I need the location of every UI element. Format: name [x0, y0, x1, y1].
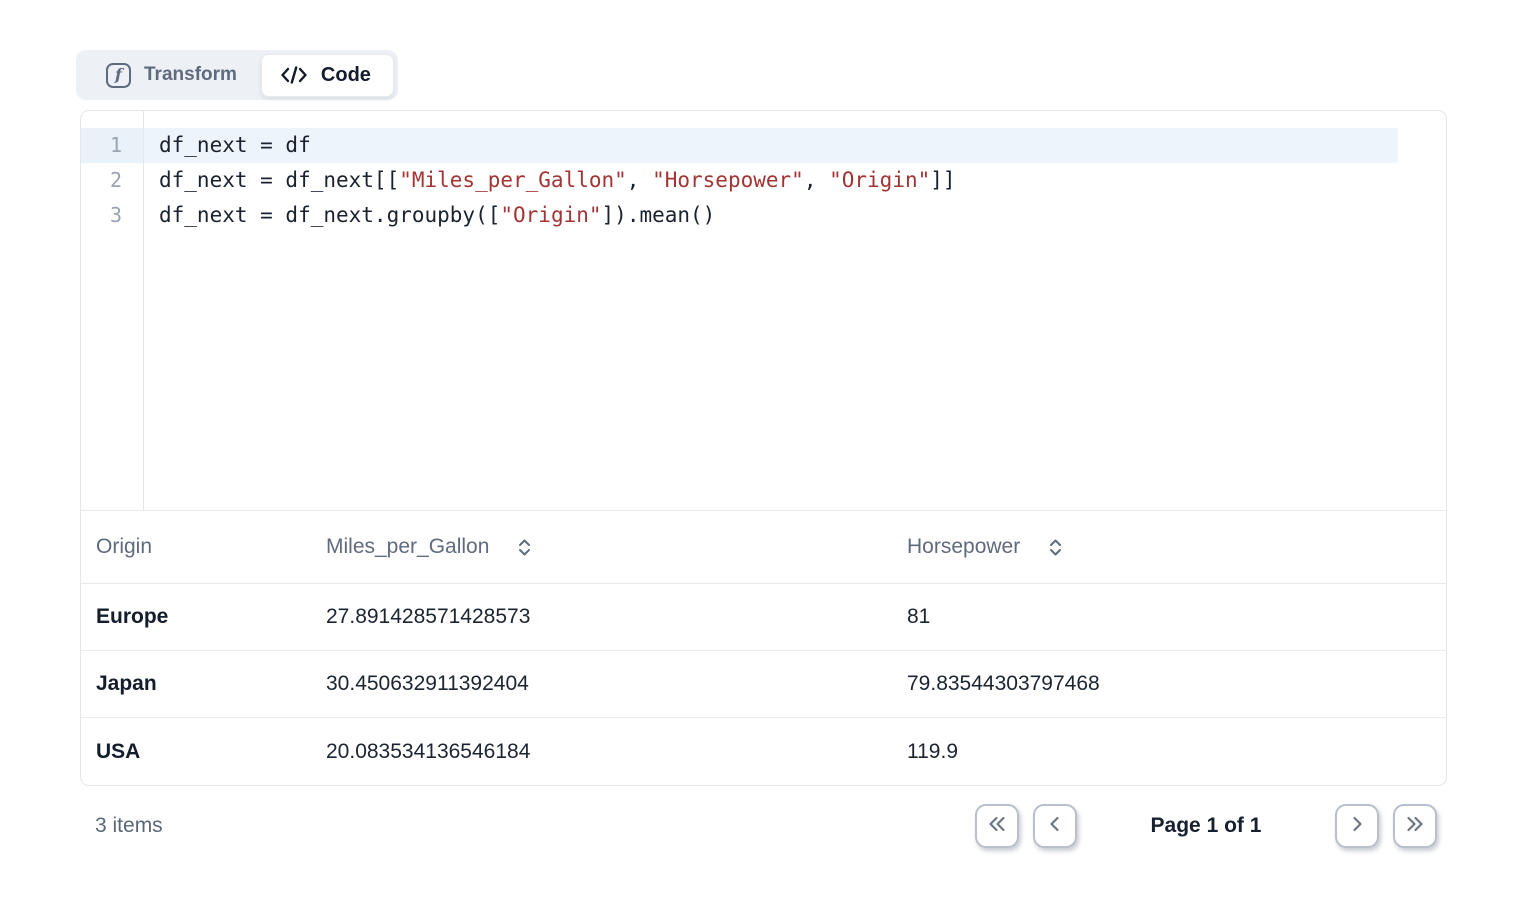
editor-content: df_next = df df_next = df_next[["Miles_p…	[144, 111, 1446, 510]
table-row: USA 20.083534136546184 119.9	[81, 718, 1446, 785]
pagination: Page 1 of 1	[975, 804, 1437, 848]
code-token-string: "Origin"	[829, 168, 930, 192]
table-footer: 3 items Page 1 of 1	[80, 800, 1447, 852]
cell-horsepower: 81	[907, 605, 1446, 629]
cell-horsepower: 119.9	[907, 740, 1446, 764]
code-token: df_next = df	[159, 133, 311, 157]
chevrons-right-icon	[1404, 815, 1426, 838]
column-header-miles-per-gallon[interactable]: Miles_per_Gallon	[326, 535, 907, 559]
column-header-origin: Origin	[96, 535, 326, 559]
line-number: 3	[81, 198, 143, 233]
cell-origin: Europe	[96, 605, 326, 629]
cell-miles-per-gallon: 27.891428571428573	[326, 605, 907, 629]
line-number: 1	[81, 128, 143, 163]
view-tabs: f Transform Code	[76, 50, 398, 100]
line-number: 2	[81, 163, 143, 198]
table-row: Japan 30.450632911392404 79.835443037974…	[81, 651, 1446, 718]
next-page-button[interactable]	[1335, 804, 1379, 848]
sort-updown-icon	[1047, 538, 1064, 557]
code-and-table-panel: 1 2 3 df_next = df df_next = df_next[["M…	[80, 110, 1447, 786]
code-token-string: "Origin"	[500, 203, 601, 227]
code-token: df_next = df_next.groupby([	[159, 203, 500, 227]
table-row: Europe 27.891428571428573 81	[81, 584, 1446, 651]
code-brackets-icon	[280, 65, 308, 85]
first-page-button[interactable]	[975, 804, 1019, 848]
page-indicator: Page 1 of 1	[1091, 814, 1321, 838]
cell-miles-per-gallon: 20.083534136546184	[326, 740, 907, 764]
column-label: Horsepower	[907, 535, 1020, 559]
chevrons-left-icon	[986, 815, 1008, 838]
code-line-3: df_next = df_next.groupby(["Origin"]).me…	[144, 198, 1446, 233]
column-label: Origin	[96, 535, 152, 559]
prev-page-button[interactable]	[1033, 804, 1077, 848]
sort-updown-icon	[516, 538, 533, 557]
code-token: ]).mean()	[602, 203, 716, 227]
column-header-horsepower[interactable]: Horsepower	[907, 535, 1446, 559]
items-count: 3 items	[95, 814, 163, 838]
code-token: ]]	[930, 168, 955, 192]
tab-transform-label: Transform	[144, 64, 237, 86]
data-wrangler-panel: f Transform Code 1 2 3 df_next = df	[0, 0, 1516, 918]
function-icon: f	[106, 63, 131, 88]
cell-origin: Japan	[96, 672, 326, 696]
code-token-string: "Horsepower"	[652, 168, 804, 192]
last-page-button[interactable]	[1393, 804, 1437, 848]
chevron-left-icon	[1046, 815, 1064, 838]
cell-origin: USA	[96, 740, 326, 764]
table-header: Origin Miles_per_Gallon Horsepower	[81, 511, 1446, 584]
code-token: ,	[804, 168, 829, 192]
editor-gutter: 1 2 3	[81, 111, 144, 510]
code-token-string: "Miles_per_Gallon"	[399, 168, 627, 192]
code-line-1: df_next = df	[144, 128, 1398, 163]
tab-code-label: Code	[321, 64, 371, 87]
cell-miles-per-gallon: 30.450632911392404	[326, 672, 907, 696]
chevron-right-icon	[1348, 815, 1366, 838]
tab-code[interactable]: Code	[261, 54, 394, 97]
code-line-2: df_next = df_next[["Miles_per_Gallon", "…	[144, 163, 1446, 198]
code-token: df_next = df_next[[	[159, 168, 399, 192]
code-token: ,	[627, 168, 652, 192]
code-editor[interactable]: 1 2 3 df_next = df df_next = df_next[["M…	[81, 111, 1446, 511]
column-label: Miles_per_Gallon	[326, 535, 489, 559]
cell-horsepower: 79.83544303797468	[907, 672, 1446, 696]
tab-transform[interactable]: f Transform	[80, 53, 261, 97]
